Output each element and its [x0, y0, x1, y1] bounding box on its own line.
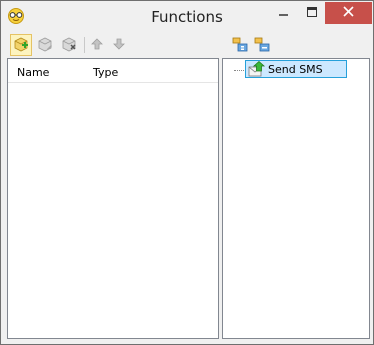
right-toolbar [223, 33, 371, 57]
collapse-all-icon [254, 36, 270, 55]
list-header: Name Type [8, 59, 218, 83]
minimize-button[interactable] [270, 2, 298, 24]
delete-icon [61, 36, 77, 55]
move-up-button[interactable] [86, 34, 108, 56]
arrow-down-icon [112, 37, 126, 54]
collapse-all-button[interactable] [251, 34, 273, 56]
functions-window: Functions Name Type Send SMS [0, 0, 374, 345]
move-down-button[interactable] [108, 34, 130, 56]
tree-node-send-sms[interactable]: Send SMS [245, 60, 347, 78]
arrow-up-icon [90, 37, 104, 54]
add-icon [13, 36, 29, 55]
minimize-icon [279, 7, 289, 20]
left-toolbar [7, 33, 219, 57]
send-sms-icon [248, 60, 266, 77]
column-header-type[interactable]: Type [93, 66, 118, 79]
tree-node-label: Send SMS [268, 63, 323, 76]
functions-list[interactable]: Name Type [7, 58, 219, 339]
title-bar[interactable]: Functions [1, 1, 373, 32]
close-button[interactable] [325, 2, 372, 24]
expand-all-icon [232, 36, 248, 55]
close-icon [343, 6, 354, 20]
add-function-button[interactable] [10, 34, 32, 56]
column-header-name[interactable]: Name [17, 66, 49, 79]
functions-tree[interactable]: Send SMS [222, 58, 370, 339]
edit-icon [37, 36, 53, 55]
toolbar-separator [84, 37, 85, 53]
expand-all-button[interactable] [229, 34, 251, 56]
maximize-button[interactable] [298, 2, 325, 24]
delete-function-button[interactable] [58, 34, 80, 56]
maximize-icon [306, 6, 317, 20]
edit-function-button[interactable] [34, 34, 56, 56]
